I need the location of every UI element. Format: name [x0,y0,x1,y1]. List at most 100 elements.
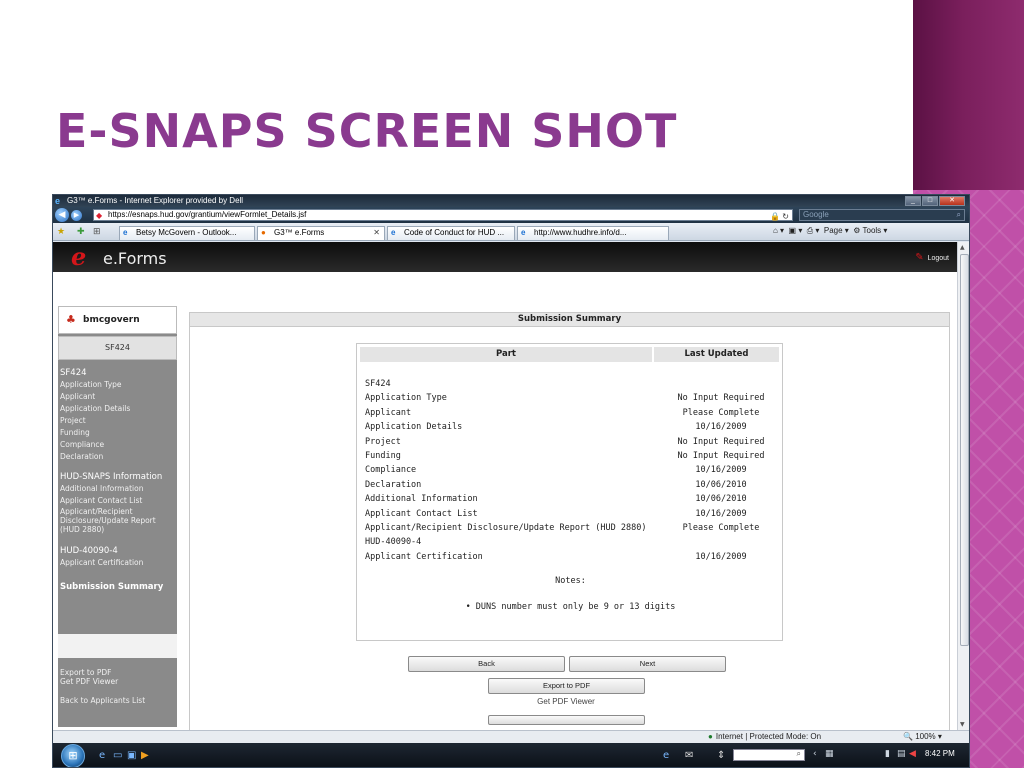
tab-label: http://www.hudhre.info/d... [534,228,627,237]
nav-applicant[interactable]: Applicant [60,391,175,403]
display-icon[interactable]: ▤ [897,749,906,759]
sf424-button[interactable]: SF424 [58,336,177,360]
get-pdf-viewer-link[interactable]: Get PDF Viewer [476,697,656,706]
slide-title: E-SNAPS SCREEN SHOT [56,104,678,158]
minimize-icon[interactable]: _ [905,196,921,206]
url-field[interactable]: ◆ https://esnaps.hud.gov/grantium/viewFo… [93,209,793,231]
user-box: ♣ bmcgovern [58,306,177,334]
panel-body: Part Last Updated SF424 Application Type… [189,327,950,732]
tools-menu[interactable]: Tools ▾ [863,226,888,235]
nav-project[interactable]: Project [60,415,175,427]
nav-hud-2880[interactable]: Applicant/Recipient Disclosure/Update Re… [60,507,175,534]
part-status: Please Complete [682,407,760,418]
battery-icon[interactable]: ▮ [885,749,890,759]
nav-applicant-contact-list[interactable]: Applicant Contact List [60,495,175,507]
nav-get-pdf-viewer[interactable]: Get PDF Viewer [60,677,175,686]
e-logo-icon: e [71,242,87,271]
zoom-level[interactable]: 🔍 100% ▾ [903,731,942,743]
search-icon[interactable]: ⌕ [957,210,961,220]
parts-table: Part Last Updated SF424 Application Type… [356,343,783,641]
part-status: 10/16/2009 [695,422,747,433]
media-icon[interactable]: ▶ [141,750,149,761]
nav-declaration[interactable]: Declaration [60,451,175,463]
nav-back-to-applicants[interactable]: Back to Applicants List [60,695,175,707]
scroll-thumb[interactable] [960,254,969,646]
window-controls: _ □ ✕ [905,196,965,206]
tab-hudhre[interactable]: e http://www.hudhre.info/d... [517,226,669,240]
nav-application-type[interactable]: Application Type [60,379,175,391]
volume-icon[interactable]: ◀ [909,749,916,759]
tab-label: Betsy McGovern - Outlook... [136,228,237,237]
scroll-down-icon[interactable]: ▼ [960,721,965,728]
nav-additional-information[interactable]: Additional Information [60,483,175,495]
refresh-icon[interactable]: ↻ [782,212,789,221]
table-row: Application Type No Input Required [365,391,775,405]
lock-icon[interactable]: 🔒 [770,212,780,221]
close-tab-icon[interactable]: ✕ [373,227,380,239]
add-favorite-icon[interactable]: ✚ [77,227,85,237]
print-icon[interactable]: ⎙ ▾ [807,226,820,235]
tab-outlook[interactable]: e Betsy McGovern - Outlook... [119,226,255,240]
favorites-star-icon[interactable]: ★ [57,227,65,237]
nav-export-pdf[interactable]: Export to PDF [60,668,175,677]
scroll-up-icon[interactable]: ▲ [960,244,965,251]
nav-applicant-certification[interactable]: Applicant Certification [60,557,175,569]
nav-compliance[interactable]: Compliance [60,439,175,451]
app-header: e e.Forms ✎ Logout [53,242,957,272]
ie-tab-icon: e [123,228,128,237]
part-name: Compliance [365,465,417,476]
ie-taskbar-icon[interactable]: e [663,750,669,761]
network-icon[interactable]: ▦ [825,749,834,759]
taskbar-search-input[interactable]: ⌕ [733,749,805,761]
outlook-taskbar-icon[interactable]: ✉ [685,750,693,761]
page-menu[interactable]: Page ▾ [824,226,849,235]
nav-heading-hud-40090[interactable]: HUD-40090-4 [60,546,175,557]
back-button[interactable]: Back [408,656,565,672]
ie-logo-icon: e [55,196,61,206]
tray-arrow-icon[interactable]: ‹ [813,749,817,759]
logout-icon: ✎ [915,252,924,263]
nav-submission-summary[interactable]: Submission Summary [60,581,175,593]
search-placeholder: Google [803,210,829,219]
close-icon[interactable]: ✕ [939,196,965,206]
feeds-icon[interactable]: ▣ ▾ [789,226,803,235]
nav-funding[interactable]: Funding [60,427,175,439]
maximize-icon[interactable]: □ [922,196,938,206]
url-text: https://esnaps.hud.gov/grantium/viewForm… [108,210,307,219]
part-status: Please Complete [682,522,760,533]
part-name: Funding [365,450,401,461]
show-desktop-icon[interactable]: ▭ [113,750,122,761]
export-pdf-button[interactable]: Export to PDF [488,678,645,694]
ie-quicklaunch-icon[interactable]: e [99,750,105,761]
user-icon: ♣ [66,313,76,326]
forward-arrow-icon[interactable]: ▶ [71,210,82,221]
table-row: Applicant Please Complete [365,406,775,420]
quick-tabs-icon[interactable]: ⊞ [93,227,101,237]
gear-icon: ⚙ [853,226,861,235]
vertical-scrollbar[interactable]: ▲ ▼ [957,242,969,730]
start-button[interactable]: ⊞ [61,744,85,767]
search-icon[interactable]: ⌕ [797,749,801,759]
part-status: 10/16/2009 [695,465,747,476]
tab-eforms[interactable]: ● G3™ e.Forms ✕ [257,226,385,240]
part-name: Applicant Contact List [365,508,478,519]
taskbar-scroll-icon[interactable]: ⇕ [717,750,725,761]
switch-windows-icon[interactable]: ▣ [127,750,136,761]
note-item: • DUNS number must only be 9 or 13 digits [357,602,784,612]
clock[interactable]: 8:42 PM [925,749,955,758]
column-header-part: Part [360,347,652,362]
back-arrow-icon[interactable]: ◀ [55,208,69,222]
logout-button[interactable]: ✎ Logout [915,252,949,263]
part-name: HUD-40090-4 [365,537,422,548]
home-icon[interactable]: ⌂ ▾ [773,226,784,235]
part-name: Applicant [365,407,412,418]
nav-heading-hud-snaps[interactable]: HUD-SNAPS Information [60,472,175,483]
part-status: No Input Required [677,393,765,404]
nav-application-details[interactable]: Application Details [60,403,175,415]
next-button[interactable]: Next [569,656,726,672]
table-row: Project No Input Required [365,435,775,449]
partial-button[interactable] [488,715,645,725]
tab-code-of-conduct[interactable]: e Code of Conduct for HUD ... [387,226,515,240]
nav-heading-sf424[interactable]: SF424 [60,368,175,379]
search-input[interactable]: Google ⌕ [799,209,965,221]
